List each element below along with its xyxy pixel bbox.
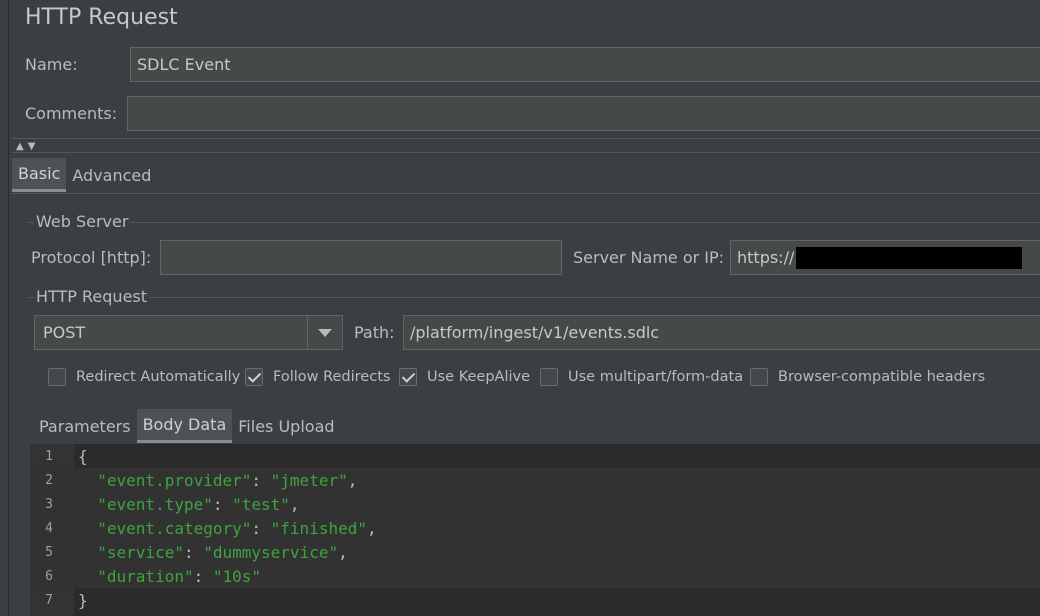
path-input[interactable]: /platform/ingest/v1/events.sdlc [403,315,1040,350]
comments-label: Comments: [25,104,118,123]
line-number: 2 [45,472,53,488]
splitter-line [12,138,1040,139]
json-punctuation: , [347,470,358,490]
body-data-editor[interactable]: 1{2 "event.provider": "jmeter", 3 "event.… [30,444,1040,616]
json-punctuation: , [338,542,348,562]
json-string: "event.category" [78,518,252,538]
method-select[interactable]: POST [34,315,343,350]
code-line[interactable]: 7} [30,588,1040,612]
http-request-title: HTTP Request [34,287,150,306]
code-text: "event.category": "finished", [78,518,377,538]
code-line[interactable]: 5 "service": "dummyservice", [30,540,1040,564]
json-punctuation: { [78,446,88,466]
line-number: 3 [45,496,53,512]
browser-compatible-headers-checkbox[interactable]: Browser-compatible headers [750,368,985,386]
json-punctuation: : [251,470,271,490]
checkbox-box[interactable] [399,368,417,386]
code-line[interactable]: 1{ [30,444,1040,468]
chevron-down-icon [318,328,332,337]
server-value: https:// [737,248,795,267]
comments-input[interactable] [127,96,1040,131]
main-tabs: Basic Advanced [12,158,157,192]
name-label: Name: [25,55,78,74]
name-input[interactable]: SDLC Event [130,47,1040,82]
tabs-top-line [12,152,1040,153]
json-punctuation: : [183,542,204,562]
line-number: 4 [45,520,53,536]
tab-parameters[interactable]: Parameters [33,409,137,443]
checkbox-box[interactable] [48,368,66,386]
json-string: "event.type" [78,494,213,514]
redirect-automatically-checkbox[interactable]: Redirect Automatically [48,368,240,386]
code-text: { [78,447,88,466]
path-label: Path: [354,323,395,342]
web-server-group-line [28,222,1040,223]
line-number: 5 [45,544,53,560]
checkbox-box[interactable] [245,368,263,386]
json-punctuation: , [366,518,377,538]
page-title: HTTP Request [25,5,178,30]
follow-redirects-checkbox[interactable]: Follow Redirects [245,368,390,386]
use-multipart-checkbox[interactable]: Use multipart/form-data [540,368,743,386]
web-server-title: Web Server [34,212,131,231]
json-punctuation: : [193,566,213,586]
http-request-group-line [28,297,1040,298]
redacted-block [796,246,1023,269]
server-label: Server Name or IP: [573,248,725,267]
use-keepalive-checkbox[interactable]: Use KeepAlive [399,368,530,386]
json-string: "dummyservice" [203,542,339,562]
tab-files-upload[interactable]: Files Upload [232,409,340,443]
body-tabs: Parameters Body Data Files Upload [33,409,341,443]
checkbox-label: Follow Redirects [273,369,391,385]
collapse-arrows-icon[interactable]: ▲▼ [16,141,39,152]
method-dropdown-button[interactable] [307,316,342,349]
json-string: "test" [232,494,290,514]
json-string: "10s" [212,566,262,586]
line-number: 7 [45,592,53,608]
protocol-label: Protocol [http]: [31,248,152,267]
json-punctuation: , [289,494,300,514]
line-number: 1 [45,448,53,464]
json-punctuation: : [212,494,233,514]
left-border [8,0,9,616]
line-number: 6 [45,568,53,584]
method-value: POST [43,323,86,342]
code-line[interactable]: 3 "event.type": "test", [30,492,1040,516]
code-line[interactable]: 6 "duration": "10s" [30,564,1040,588]
code-text: } [78,591,88,610]
json-string: "duration" [78,566,194,586]
json-string: "event.provider" [78,470,252,490]
protocol-input[interactable] [160,240,562,275]
json-string: "service" [78,542,184,562]
tabs-bottom-line [12,193,1040,194]
tab-body-data[interactable]: Body Data [136,409,233,443]
code-line[interactable]: 4 "event.category": "finished", [30,516,1040,540]
code-text: "event.provider": "jmeter", [78,471,357,490]
code-text: "service": "dummyservice", [78,542,348,562]
json-punctuation: : [251,518,271,538]
tab-advanced[interactable]: Advanced [66,158,157,192]
json-punctuation: } [78,590,88,610]
checkbox-label: Use multipart/form-data [568,369,744,385]
tab-basic[interactable]: Basic [12,158,67,192]
code-line[interactable]: 2 "event.provider": "jmeter", [30,468,1040,492]
checkbox-label: Use KeepAlive [427,369,531,385]
code-text: "duration": "10s" [78,567,261,586]
checkbox-label: Browser-compatible headers [778,369,986,385]
json-string: "finished" [270,518,367,538]
checkbox-box[interactable] [540,368,558,386]
code-text: "event.type": "test", [78,494,300,514]
checkbox-label: Redirect Automatically [76,369,241,385]
server-input[interactable]: https:// [730,240,1040,275]
checkbox-box[interactable] [750,368,768,386]
json-string: "jmeter" [270,470,348,490]
